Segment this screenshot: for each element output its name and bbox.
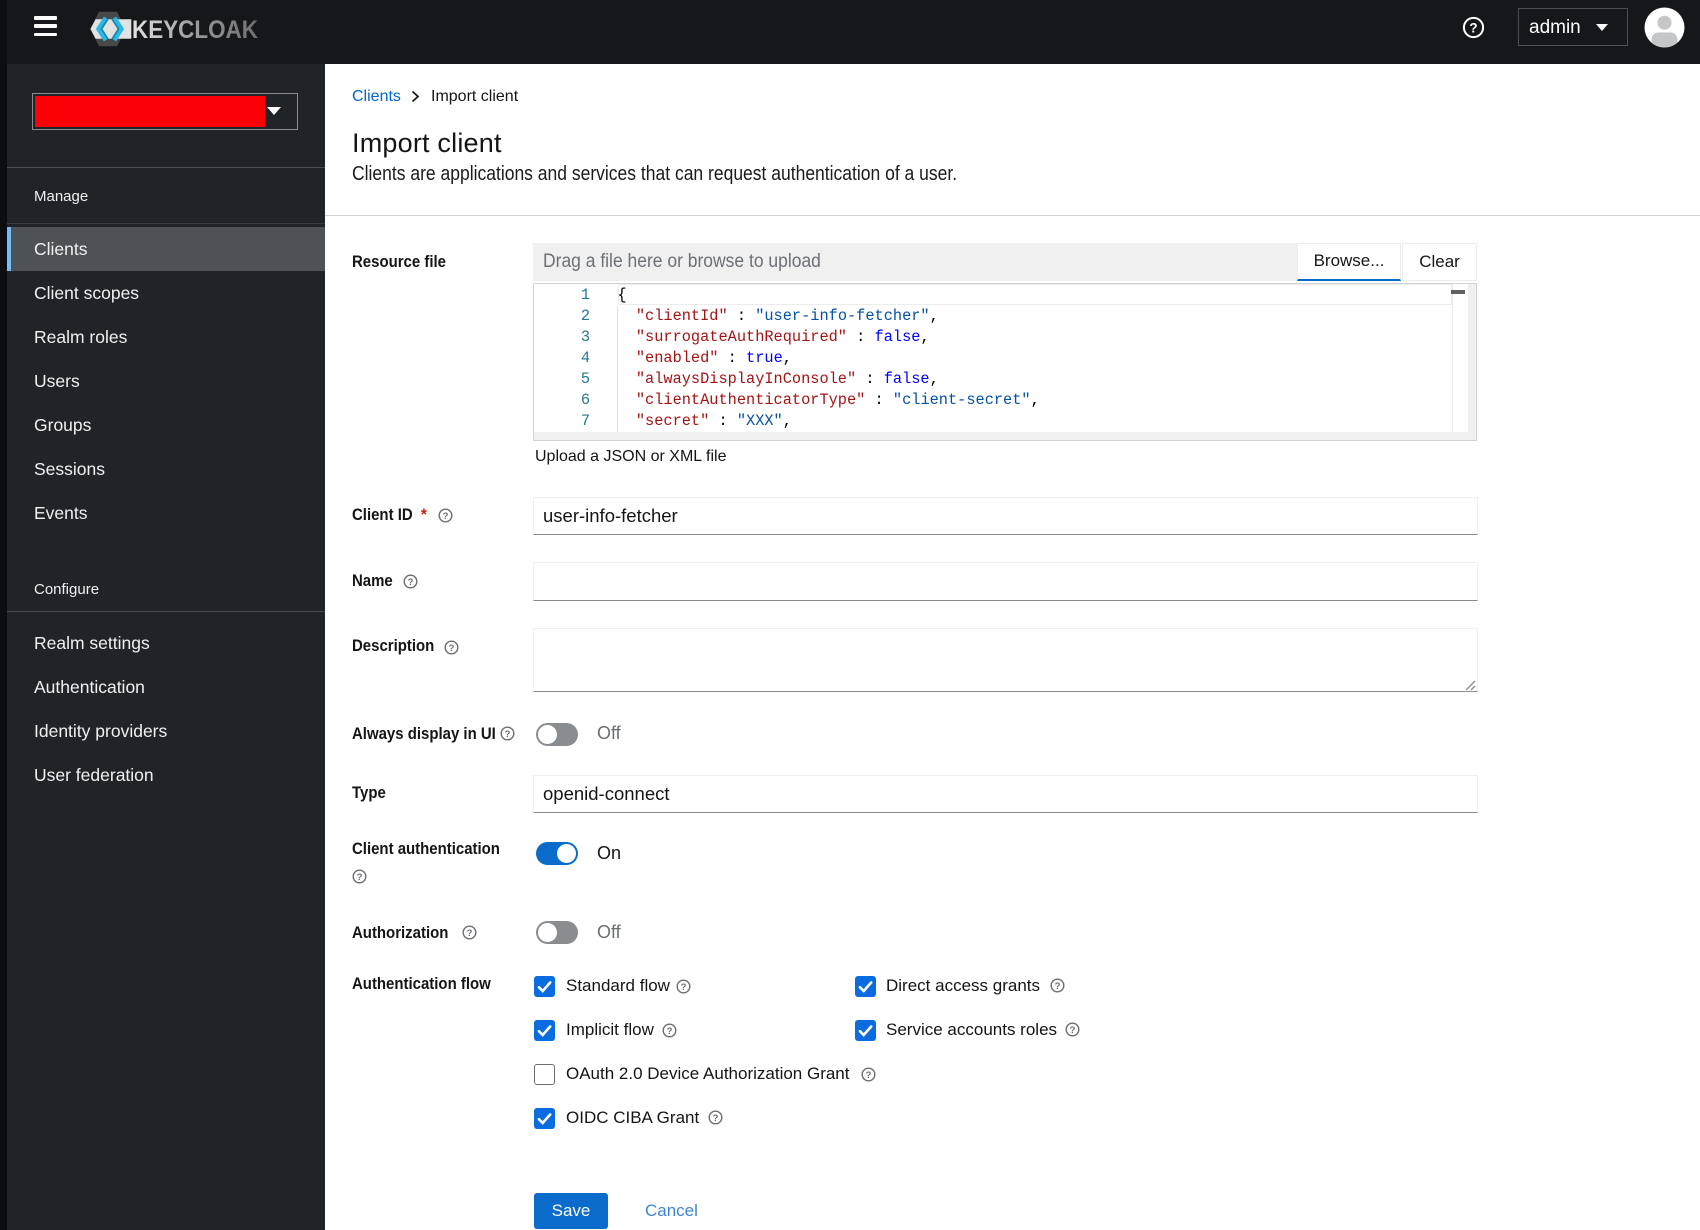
svg-text:?: ? [467,928,473,939]
svg-text:?: ? [1070,1025,1076,1036]
svg-text:?: ? [866,1070,872,1081]
svg-text:?: ? [505,729,511,740]
svg-text:?: ? [449,643,455,654]
svg-text:KEYCLOAK: KEYCLOAK [132,16,258,44]
svg-text:?: ? [713,1113,719,1124]
svg-text:?: ? [408,577,414,588]
svg-text:?: ? [681,982,687,993]
svg-text:?: ? [357,872,363,883]
svg-text:?: ? [667,1026,673,1037]
svg-text:?: ? [1469,20,1477,35]
svg-text:?: ? [1055,981,1061,992]
svg-text:?: ? [443,511,449,522]
